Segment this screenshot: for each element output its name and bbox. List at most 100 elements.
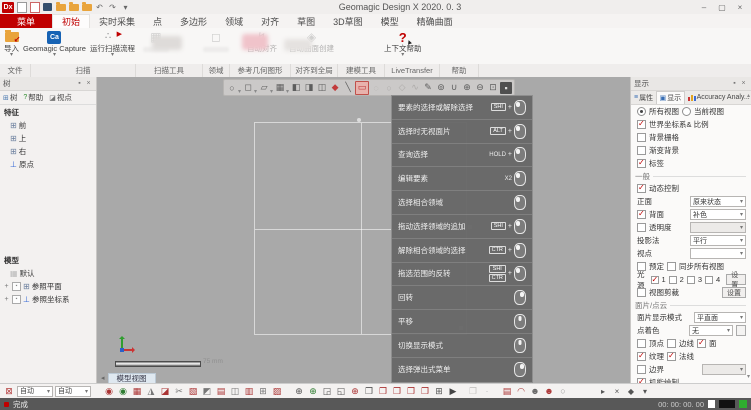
minimize-button[interactable]: –: [695, 0, 713, 14]
dock-panel-icon[interactable]: ◆: [625, 385, 637, 397]
selection-filter-icon[interactable]: ⊠: [3, 385, 15, 397]
model-view-tab[interactable]: 模型视图: [108, 373, 156, 384]
close-button[interactable]: ×: [731, 0, 749, 14]
open-file-icon[interactable]: [29, 2, 40, 12]
light-2[interactable]: [669, 276, 677, 284]
tree-item-参照平面[interactable]: +▪⊞参照平面: [0, 280, 96, 293]
split-view-icon[interactable]: ◫: [316, 82, 328, 94]
radio-所有视图[interactable]: [637, 107, 646, 116]
maximize-button[interactable]: ▢: [713, 0, 731, 14]
checkbox[interactable]: [637, 210, 646, 219]
radio-当前视图[interactable]: [682, 107, 691, 116]
auto-mode-dropdown[interactable]: 自动▾: [55, 386, 91, 397]
save-icon[interactable]: [42, 2, 53, 12]
panel-tab-属性[interactable]: ≡属性: [631, 91, 656, 104]
mesh-tool-icon[interactable]: ▧: [187, 385, 199, 397]
texture-display-icon[interactable]: ◨: [303, 82, 315, 94]
settings-button[interactable]: 设置: [726, 274, 746, 285]
checkbox[interactable]: [637, 339, 646, 348]
doc-tool-icon[interactable]: ❐: [377, 385, 389, 397]
ribbon-tab-草图[interactable]: 草图: [288, 14, 324, 28]
checkbox[interactable]: [637, 184, 646, 193]
mesh-tool-icon[interactable]: ◫: [229, 385, 241, 397]
checkbox[interactable]: [637, 223, 646, 232]
chevron-down-icon[interactable]: ▾: [254, 88, 257, 95]
ribbon-tab-精确曲面[interactable]: 精确曲面: [408, 14, 462, 28]
mesh-tool-icon[interactable]: ⊞: [257, 385, 269, 397]
expand-icon[interactable]: +: [3, 296, 10, 303]
mesh-tool-icon[interactable]: ▥: [243, 385, 255, 397]
viewport[interactable]: ○▾◻▾▱▾▦▾◧◨◫◆╲▭◌○◇∿✎⊚∪⊕⊖⊡▪ 75 mm ◂ 模型视图: [97, 77, 630, 383]
ribbon-tab-对齐[interactable]: 对齐: [252, 14, 288, 28]
chevron-down-icon[interactable]: ▾: [286, 88, 289, 95]
zoom-tool-icon[interactable]: ⊕: [293, 385, 305, 397]
flood-select-icon[interactable]: ⊚: [435, 82, 447, 94]
record-icon[interactable]: ○: [557, 385, 569, 397]
checkbox[interactable]: [667, 339, 676, 348]
dropdown[interactable]: 原来状态▾: [690, 196, 746, 207]
doc-tool-icon[interactable]: ◲: [321, 385, 333, 397]
dropdown[interactable]: 补色▾: [690, 209, 746, 220]
collapse-panel-icon[interactable]: ▾: [639, 385, 651, 397]
tree-item-参照坐标系[interactable]: +▪⊥参照坐标系: [0, 293, 96, 306]
ribbon-button-运行扫描流程[interactable]: ∴▶运行扫描流程▾: [90, 28, 135, 63]
ribbon-tab-3D草图[interactable]: 3D草图: [324, 14, 372, 28]
ribbon-button-Geomagic Capture[interactable]: CaGeomagic Capture▾: [23, 28, 86, 63]
panel-tab-帮助[interactable]: ?帮助: [20, 91, 46, 104]
pin-icon[interactable]: ▪: [730, 80, 739, 87]
doc-tool-icon[interactable]: ❐: [405, 385, 417, 397]
ribbon-button-上下文帮助[interactable]: ?▲上下文帮助▾: [384, 28, 422, 63]
chevron-down-icon[interactable]: ▾: [270, 88, 273, 95]
mesh-tool-icon[interactable]: ▤: [215, 385, 227, 397]
checkbox[interactable]: [637, 146, 646, 155]
checkbox[interactable]: [637, 120, 646, 129]
redo-icon[interactable]: ↷: [107, 2, 118, 12]
checkbox[interactable]: [637, 288, 646, 297]
dropdown[interactable]: ▾: [690, 248, 746, 259]
pin-icon[interactable]: ▪: [75, 80, 84, 87]
arc-icon[interactable]: ◠: [515, 385, 527, 397]
close-icon[interactable]: ×: [84, 80, 93, 87]
ribbon-button-导入[interactable]: ↙导入▾: [4, 28, 19, 63]
mesh-display-icon[interactable]: ▦: [274, 82, 286, 94]
dropdown[interactable]: 平直面▾: [694, 312, 746, 323]
edit-folder-icon[interactable]: [68, 2, 79, 12]
tab-scroll-left-icon[interactable]: ◂: [101, 374, 105, 382]
checkbox[interactable]: [667, 262, 676, 271]
scroll-down-icon[interactable]: ▾: [747, 373, 750, 380]
mesh-tool-icon[interactable]: ✂: [173, 385, 185, 397]
panel-tab-视点[interactable]: ◪视点: [46, 91, 75, 104]
tree-item-右[interactable]: ⊞右: [0, 145, 96, 158]
zoom-out-icon[interactable]: ⊖: [474, 82, 486, 94]
zoom-tool-icon[interactable]: ⊕: [307, 385, 319, 397]
panel-tab-树[interactable]: ⊞树: [0, 91, 20, 104]
checkbox[interactable]: [667, 352, 676, 361]
panel-tab-Accuracy Analy...[interactable]: Accuracy Analy...: [685, 91, 751, 104]
mesh-tool-icon[interactable]: ◉: [103, 385, 115, 397]
doc-tool-icon[interactable]: ◱: [335, 385, 347, 397]
checkbox[interactable]: [637, 262, 646, 271]
tree-item-上[interactable]: ⊞上: [0, 132, 96, 145]
mesh-tool-icon[interactable]: ▦: [131, 385, 143, 397]
auto-mode-dropdown[interactable]: 自动▾: [17, 386, 53, 397]
mesh-tool-icon[interactable]: ◮: [145, 385, 157, 397]
export-folder-icon[interactable]: [81, 2, 92, 12]
close-panel-icon[interactable]: ×: [611, 385, 623, 397]
doc-tool-icon[interactable]: ❐: [363, 385, 375, 397]
mesh-tool-icon[interactable]: ◪: [159, 385, 171, 397]
expand-icon[interactable]: +: [3, 283, 10, 290]
dropdown[interactable]: 平行▾: [690, 235, 746, 246]
settings-button[interactable]: 设置: [722, 287, 746, 298]
cursor-tool-icon[interactable]: ▶: [447, 385, 459, 397]
ribbon-tab-初始[interactable]: 初始: [52, 14, 90, 28]
shade-plane-icon[interactable]: ▱: [258, 82, 270, 94]
pencil-select-icon[interactable]: ✎: [422, 82, 434, 94]
user-icon[interactable]: ☻: [529, 385, 541, 397]
light-4[interactable]: [705, 276, 713, 284]
checkbox[interactable]: [637, 159, 646, 168]
magnet-select-icon[interactable]: ∪: [448, 82, 460, 94]
ramp-display-icon[interactable]: ◧: [290, 82, 302, 94]
scroll-up-icon[interactable]: ▴: [747, 92, 750, 99]
light-1[interactable]: [651, 276, 659, 284]
doc-tool-icon[interactable]: ❐: [391, 385, 403, 397]
